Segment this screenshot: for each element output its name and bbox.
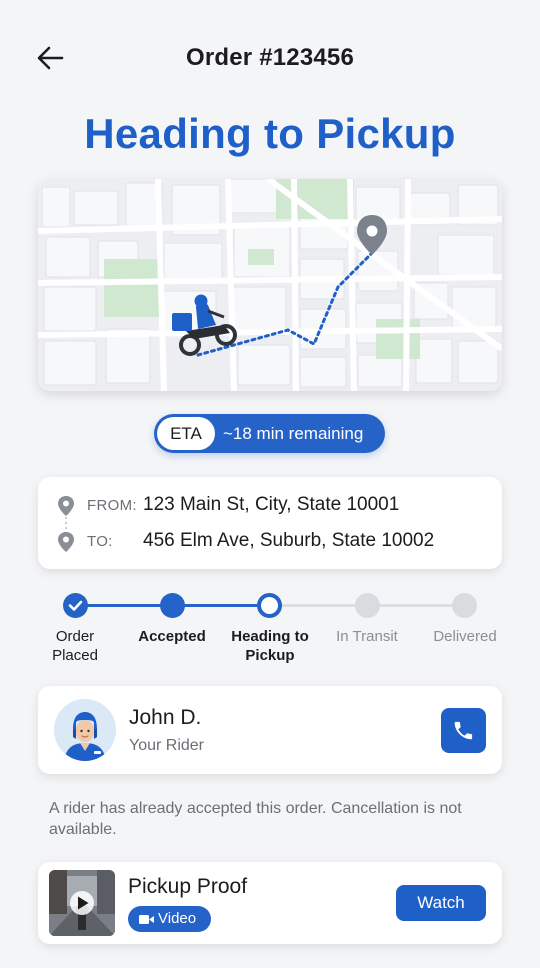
page-title: Order #123456 (185, 44, 355, 71)
to-address: 456 Elm Ave, Suburb, State 10002 (143, 530, 435, 551)
video-badge: Video (128, 906, 211, 932)
video-badge-label: Video (158, 910, 197, 927)
from-label: FROM: (87, 497, 137, 514)
rider-avatar-icon (54, 699, 116, 761)
app-header: Order #123456 (0, 30, 540, 86)
address-card: FROM: 123 Main St, City, State 10001 TO:… (38, 477, 502, 569)
step-connector (270, 604, 368, 607)
video-camera-icon (139, 915, 154, 924)
eta-remaining: ~18 min remaining (223, 424, 364, 443)
avatar (54, 699, 116, 761)
step-in-transit-dot (355, 593, 380, 618)
checkmark-icon (68, 600, 83, 611)
step-label-line: Heading to (231, 628, 309, 645)
to-label: TO: (87, 533, 113, 550)
rider-role: Your Rider (129, 737, 205, 754)
step-heading-to-pickup-label: Heading to Pickup (215, 627, 325, 665)
step-delivered-dot (452, 593, 477, 618)
watch-button[interactable]: Watch (396, 885, 486, 921)
from-address-row: FROM: 123 Main St, City, State 10001 (38, 493, 502, 519)
map-view[interactable] (38, 179, 502, 391)
step-delivered-label: Delivered (410, 627, 520, 646)
step-accepted-label: Accepted (117, 627, 227, 646)
pickup-proof-card: Pickup Proof Video Watch (38, 862, 502, 944)
step-accepted-dot (160, 593, 185, 618)
rider-card: John D. Your Rider (38, 686, 502, 774)
proof-title: Pickup Proof (128, 875, 248, 898)
cancellation-note: A rider has already accepted this order.… (49, 800, 462, 838)
step-connector (75, 604, 173, 607)
phone-icon (454, 721, 473, 740)
step-in-transit-label: In Transit (312, 627, 422, 646)
to-address-row: TO: 456 Elm Ave, Suburb, State 10002 (38, 529, 502, 555)
from-address: 123 Main St, City, State 10001 (143, 494, 400, 515)
step-heading-to-pickup-dot (257, 593, 282, 618)
map-pin-icon (58, 496, 74, 516)
map-graphic (38, 179, 502, 391)
eta-tag: ETA (157, 417, 215, 450)
call-rider-button[interactable] (441, 708, 486, 753)
map-pin-icon (58, 532, 74, 552)
order-progress-stepper: Order Placed Accepted Heading to Pickup … (0, 590, 540, 670)
step-order-placed-label: Order Placed (20, 627, 130, 665)
step-label-line: In Transit (336, 628, 398, 645)
play-icon (70, 891, 94, 915)
status-heading: Heading to Pickup (84, 110, 456, 157)
step-connector (368, 604, 465, 607)
step-label-line: Pickup (245, 647, 295, 664)
step-order-placed-dot (63, 593, 88, 618)
video-thumbnail[interactable] (49, 870, 115, 936)
step-label-line: Accepted (138, 628, 206, 645)
step-label-line: Order (55, 628, 95, 645)
step-connector (173, 604, 270, 607)
eta-badge: ETA ~18 min remaining (154, 414, 385, 453)
step-label-line: Delivered (433, 628, 497, 645)
rider-name: John D. (129, 706, 202, 729)
step-label-line: Placed (52, 647, 98, 664)
